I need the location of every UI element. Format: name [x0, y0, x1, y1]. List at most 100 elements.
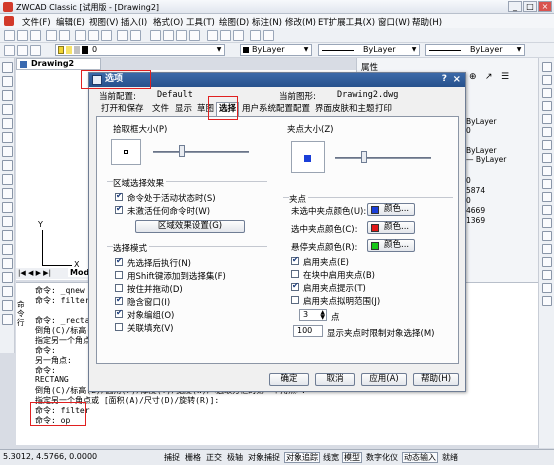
checkbox-grip-tips[interactable]	[291, 281, 299, 291]
tab-display[interactable]: 显示	[173, 103, 194, 116]
ortho-toggle[interactable]: 正交	[204, 452, 224, 463]
checkbox-object-group[interactable]	[115, 308, 123, 318]
menu-et-tools[interactable]: ET扩展工具(X)	[318, 16, 375, 28]
chamfer-icon[interactable]	[542, 244, 552, 254]
pickbox-slider-thumb[interactable]	[178, 145, 185, 157]
design-center-icon[interactable]	[220, 30, 231, 41]
minimize-button[interactable]: _	[508, 1, 522, 12]
paste-icon[interactable]	[101, 30, 112, 41]
copy-object-icon[interactable]	[542, 75, 552, 85]
hatch-icon[interactable]	[2, 258, 13, 269]
redo-icon[interactable]	[130, 30, 141, 41]
copy-icon[interactable]	[88, 30, 99, 41]
help-icon[interactable]	[263, 30, 274, 41]
grid-toggle[interactable]: 栅格	[183, 452, 203, 463]
linetype-dropdown[interactable]: ByLayer ▼	[318, 44, 420, 56]
lengthen-icon[interactable]	[542, 179, 552, 189]
checkbox-associative-hatch[interactable]	[115, 323, 123, 331]
checkbox-implied-window[interactable]	[115, 295, 123, 305]
ray-icon[interactable]	[2, 76, 13, 87]
menu-tools[interactable]: 工具(T)	[186, 16, 215, 28]
otrack-toggle[interactable]: 对象追踪	[284, 452, 320, 463]
dim-linear-icon[interactable]	[542, 283, 552, 293]
wipeout-icon[interactable]	[2, 314, 13, 325]
grip-range-spinner[interactable]: 3 ▲ ▼	[299, 309, 327, 321]
zoom-realtime-icon[interactable]	[163, 30, 174, 41]
explode-icon[interactable]	[542, 270, 552, 280]
unselected-grip-color-button[interactable]: 颜色...	[367, 203, 415, 216]
trim-icon[interactable]	[542, 192, 552, 202]
checkbox-noun-verb[interactable]	[115, 256, 123, 266]
circle-icon[interactable]	[2, 146, 13, 157]
cloud-icon[interactable]	[2, 160, 13, 171]
dim-aligned-icon[interactable]	[542, 296, 552, 306]
checkbox-grip-range[interactable]	[291, 296, 299, 304]
join-icon[interactable]	[542, 231, 552, 241]
menu-help[interactable]: 帮助(H)	[412, 16, 442, 28]
move-icon[interactable]	[542, 127, 552, 137]
tool-palette-icon[interactable]	[233, 30, 244, 41]
tab-user-preferences[interactable]: 用户系统配置	[240, 103, 295, 116]
grip-object-limit-input[interactable]: 100	[293, 325, 323, 337]
erase-icon[interactable]	[542, 62, 552, 72]
insert-block-icon[interactable]	[2, 216, 13, 227]
menu-file[interactable]: 文件(F)	[22, 16, 51, 28]
lineweight-dropdown[interactable]: ByLayer ▼	[425, 44, 525, 56]
effect-settings-button[interactable]: 区域效果设置(G)	[135, 220, 245, 233]
tablet-toggle[interactable]: 数字化仪	[364, 452, 400, 463]
preview-icon[interactable]	[59, 30, 70, 41]
checkbox-press-drag[interactable]	[115, 284, 123, 292]
grip-slider-thumb[interactable]	[360, 151, 367, 163]
undo-icon[interactable]	[117, 30, 128, 41]
menu-view[interactable]: 视图(V)	[89, 16, 118, 28]
stretch-icon[interactable]	[542, 166, 552, 176]
tab-nav-arrows-icon[interactable]: |◀ ◀ ▶ ▶|	[18, 269, 51, 277]
snap-toggle[interactable]: 捕捉	[162, 452, 182, 463]
lineweight-toggle[interactable]: 线宽	[321, 452, 341, 463]
open-icon[interactable]	[17, 30, 28, 41]
polyline-icon[interactable]	[2, 90, 13, 101]
table-icon[interactable]	[2, 286, 13, 297]
apply-button[interactable]: 应用(A)	[361, 373, 407, 386]
menu-edit[interactable]: 编辑(E)	[56, 16, 85, 28]
checkbox-shift-add[interactable]	[115, 271, 123, 279]
tab-plot[interactable]: 打印	[373, 103, 394, 116]
break-icon[interactable]	[542, 218, 552, 228]
menu-draw[interactable]: 绘图(D)	[219, 16, 249, 28]
checkbox-enable-grips[interactable]	[291, 255, 299, 265]
print-icon[interactable]	[46, 30, 57, 41]
mirror-icon[interactable]	[542, 88, 552, 98]
new-icon[interactable]	[4, 30, 15, 41]
mtext-icon[interactable]	[2, 300, 13, 311]
save-icon[interactable]	[30, 30, 41, 41]
tab-skin-theme[interactable]: 界面皮肤和主题	[313, 103, 377, 116]
help-button[interactable]: 帮助(H)	[413, 373, 459, 386]
checkbox-grips-in-blocks[interactable]	[291, 270, 299, 278]
polygon-icon[interactable]	[2, 104, 13, 115]
ellipse-icon[interactable]	[2, 188, 13, 199]
checkbox-active-command[interactable]	[115, 191, 123, 201]
menu-modify[interactable]: 修改(M)	[285, 16, 316, 28]
properties-icon[interactable]	[207, 30, 218, 41]
osnap-toggle[interactable]: 对象捕捉	[246, 452, 282, 463]
fillet-icon[interactable]	[542, 257, 552, 267]
dialog-help-button[interactable]: ?	[442, 73, 447, 86]
toggle-pickadd-icon[interactable]: ☰	[501, 72, 509, 82]
selected-grip-color-button[interactable]: 颜色...	[367, 221, 415, 234]
ok-button[interactable]: 确定	[269, 373, 309, 386]
ellipse-arc-icon[interactable]	[2, 202, 13, 213]
maximize-button[interactable]: □	[523, 1, 537, 12]
point-icon[interactable]	[2, 244, 13, 255]
region-icon[interactable]	[2, 272, 13, 283]
tab-open-save[interactable]: 打开和保存	[99, 103, 146, 116]
color-dropdown[interactable]: ByLayer ▼	[240, 44, 312, 56]
dynamic-input-toggle[interactable]: 动态输入	[402, 452, 438, 463]
rectangle-icon[interactable]	[2, 118, 13, 129]
checkbox-no-command[interactable]	[115, 204, 123, 214]
scale-icon[interactable]	[542, 153, 552, 163]
quick-select-icon[interactable]: ↗	[485, 72, 493, 82]
rotate-icon[interactable]	[542, 140, 552, 150]
tab-profiles[interactable]: 配置	[291, 103, 312, 116]
cancel-button[interactable]: 取消	[315, 373, 355, 386]
close-window-button[interactable]: ×	[538, 1, 552, 12]
